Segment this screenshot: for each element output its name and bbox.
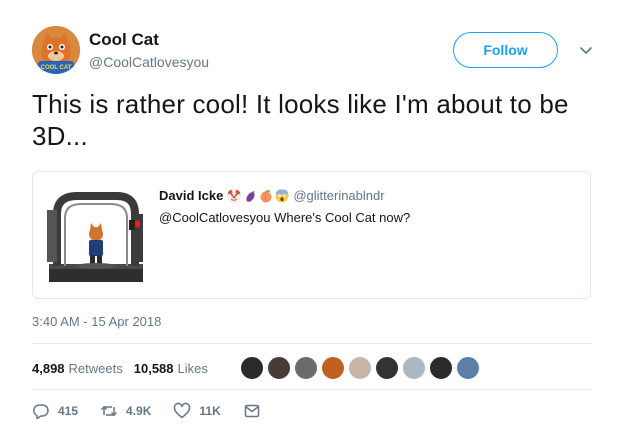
chevron-down-icon[interactable]: [576, 40, 596, 60]
retweet-count: 4.9K: [126, 404, 152, 418]
liker-avatar[interactable]: [321, 356, 345, 380]
retweets-label: Retweets: [68, 360, 123, 376]
screaming-face-icon: [275, 189, 289, 203]
divider: [32, 389, 592, 390]
liker-avatar[interactable]: [429, 356, 453, 380]
liker-avatar[interactable]: [267, 356, 291, 380]
author-display-name[interactable]: Cool Cat: [89, 30, 209, 50]
liker-avatar[interactable]: [456, 356, 480, 380]
divider: [32, 343, 592, 344]
follow-button[interactable]: Follow: [453, 32, 558, 68]
tweet-header: COOL CAT Cool Cat @CoolCatlovesyou Follo…: [32, 26, 602, 78]
like-count: 11K: [199, 404, 221, 418]
liker-avatar[interactable]: [240, 356, 264, 380]
quoted-tweet-body: David Icke @glitterinablndr @CoolCatlove…: [159, 187, 580, 227]
cool-cat-avatar-icon: COOL CAT: [32, 26, 80, 74]
quoted-author-name[interactable]: David Icke: [159, 187, 223, 205]
reply-count: 415: [58, 404, 79, 418]
retweet-icon: [101, 405, 118, 417]
tweet-actions: 415 4.9K 11K: [32, 402, 283, 420]
avatar-logo-text: COOL CAT: [41, 65, 72, 71]
author-avatar[interactable]: COOL CAT: [32, 26, 80, 74]
liker-avatar[interactable]: [375, 356, 399, 380]
likes-count: 10,588: [133, 360, 174, 376]
like-button[interactable]: 11K: [173, 402, 221, 420]
quoted-tweet-header: David Icke @glitterinablndr: [159, 187, 580, 205]
quoted-tweet-card[interactable]: David Icke @glitterinablndr @CoolCatlove…: [32, 171, 591, 299]
retweets-count: 4,898: [32, 360, 65, 376]
peach-icon: [260, 190, 272, 203]
tweet-timestamp[interactable]: 3:40 AM - 15 Apr 2018: [32, 314, 161, 329]
author-names: Cool Cat @CoolCatlovesyou: [89, 30, 209, 72]
reply-button[interactable]: 415: [32, 402, 78, 420]
liker-avatar[interactable]: [294, 356, 318, 380]
reply-icon: [33, 404, 49, 420]
retweets-stat[interactable]: 4,898 Retweets: [32, 361, 123, 376]
author-handle[interactable]: @CoolCatlovesyou: [89, 52, 209, 72]
liker-avatars: [240, 356, 483, 380]
quoted-author-handle[interactable]: @glitterinablndr: [293, 187, 384, 205]
direct-message-button[interactable]: [243, 402, 261, 420]
likes-label: Likes: [177, 360, 208, 376]
likes-stat[interactable]: 10,588 Likes: [134, 361, 208, 376]
heart-icon: [174, 402, 191, 419]
3d-scanner-photo-icon: [43, 184, 148, 287]
tweet-stats: 4,898 Retweets 10,588 Likes: [32, 356, 219, 380]
clown-face-icon: [227, 189, 242, 203]
tweet-text: This is rather cool! It looks like I'm a…: [32, 89, 569, 151]
retweet-button[interactable]: 4.9K: [100, 402, 151, 420]
quoted-tweet-text: @CoolCatlovesyou Where's Cool Cat now?: [159, 210, 411, 225]
quoted-author-emojis: [227, 189, 289, 203]
liker-avatar[interactable]: [348, 356, 372, 380]
eggplant-icon: [246, 190, 256, 202]
liker-avatar[interactable]: [402, 356, 426, 380]
envelope-icon: [244, 404, 259, 418]
